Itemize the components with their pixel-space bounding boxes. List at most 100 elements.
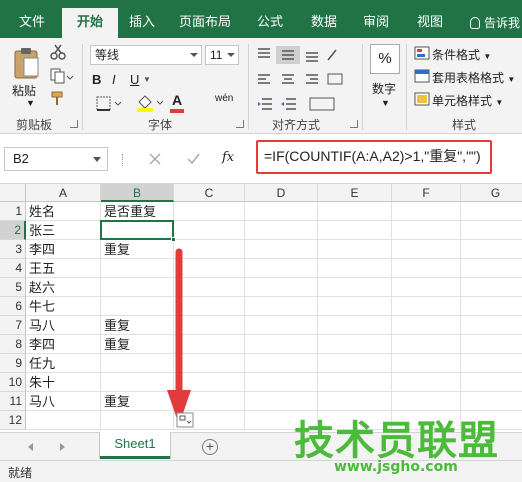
cell-f7[interactable] [392,316,461,335]
cell-f5[interactable] [392,278,461,297]
formula-bar-grip[interactable] [122,154,126,166]
number-format-button[interactable]: 数字 [372,80,396,97]
paste-button[interactable]: 粘贴 [12,82,36,99]
tell-me-box[interactable]: 告诉我 [470,14,520,31]
cell-e5[interactable] [318,278,392,297]
tab-insert[interactable]: 插入 [122,10,162,38]
cell-e7[interactable] [318,316,392,335]
cell-a2[interactable]: 张三 [26,221,101,240]
cell-a1[interactable]: 姓名 [26,202,101,221]
table-format-icon[interactable] [414,69,430,83]
cell-g7[interactable] [461,316,522,335]
cell-g2[interactable] [461,221,522,240]
font-name-select[interactable]: 等线 [90,45,202,65]
column-header-d[interactable]: D [245,184,318,202]
row-header[interactable]: 1 [0,202,26,221]
fill-color-icon[interactable] [136,94,166,112]
cell-g5[interactable] [461,278,522,297]
table-format-button[interactable]: 套用表格格式 ▼ [432,69,515,86]
cell-d4[interactable] [245,259,318,278]
cell-a3[interactable]: 李四 [26,240,101,259]
cell-g8[interactable] [461,335,522,354]
cell-f4[interactable] [392,259,461,278]
row-header[interactable]: 2 [0,221,26,240]
prev-sheet-icon[interactable] [28,443,33,451]
column-header-a[interactable]: A [26,184,101,202]
cell-e10[interactable] [318,373,392,392]
vertical-align-icons[interactable] [256,46,348,64]
italic-button[interactable]: I [112,72,116,87]
cell-g9[interactable] [461,354,522,373]
column-header-g[interactable]: G [461,184,522,202]
cell-a4[interactable]: 王五 [26,259,101,278]
insert-function-button[interactable]: fx [222,150,234,165]
cell-f3[interactable] [392,240,461,259]
select-all-corner[interactable] [0,184,26,202]
cell-a11[interactable]: 马八 [26,392,101,411]
tab-home[interactable]: 开始 [62,8,118,38]
underline-dropdown-icon[interactable]: ▼ [143,75,151,84]
cell-g3[interactable] [461,240,522,259]
cell-g6[interactable] [461,297,522,316]
indent-icons[interactable] [256,96,348,112]
cell-d5[interactable] [245,278,318,297]
cell-a5[interactable]: 赵六 [26,278,101,297]
cell-e9[interactable] [318,354,392,373]
tab-formulas[interactable]: 公式 [248,10,292,38]
enter-check-icon[interactable] [186,152,200,166]
cell-a9[interactable]: 任九 [26,354,101,373]
cancel-icon[interactable] [148,152,162,166]
clipboard-launcher-icon[interactable] [70,120,78,128]
cell-e2[interactable] [318,221,392,240]
row-header[interactable]: 5 [0,278,26,297]
cell-a8[interactable]: 李四 [26,335,101,354]
cell-f6[interactable] [392,297,461,316]
tab-page-layout[interactable]: 页面布局 [172,10,238,38]
cell-d7[interactable] [245,316,318,335]
horizontal-align-icons[interactable] [256,72,348,90]
cell-f2[interactable] [392,221,461,240]
cell-f10[interactable] [392,373,461,392]
cell-d6[interactable] [245,297,318,316]
cell-style-button[interactable]: 单元格样式 ▼ [432,92,503,109]
conditional-format-icon[interactable] [414,46,430,60]
column-header-b[interactable]: B [101,184,174,202]
name-box[interactable]: B2 [4,147,108,171]
row-header[interactable]: 3 [0,240,26,259]
cell-d10[interactable] [245,373,318,392]
cell-f1[interactable] [392,202,461,221]
copy-icon[interactable] [50,68,74,84]
row-header[interactable]: 11 [0,392,26,411]
paste-dropdown-icon[interactable]: ▼ [26,98,35,108]
cell-e4[interactable] [318,259,392,278]
underline-button[interactable]: U [130,72,139,87]
cell-f9[interactable] [392,354,461,373]
conditional-format-button[interactable]: 条件格式 ▼ [432,46,491,63]
row-header[interactable]: 9 [0,354,26,373]
cell-g1[interactable] [461,202,522,221]
cell-c2[interactable] [174,221,245,240]
cell-a12[interactable] [26,411,101,430]
cell-g10[interactable] [461,373,522,392]
cell-d3[interactable] [245,240,318,259]
cell-e8[interactable] [318,335,392,354]
row-header[interactable]: 10 [0,373,26,392]
cell-d8[interactable] [245,335,318,354]
cell-a10[interactable]: 朱十 [26,373,101,392]
formula-input[interactable]: =IF(COUNTIF(A:A,A2)>1,"重复","") [256,140,492,174]
column-header-c[interactable]: C [174,184,245,202]
row-header[interactable]: 12 [0,411,26,430]
number-dropdown-icon[interactable]: ▼ [381,98,390,108]
row-header[interactable]: 4 [0,259,26,278]
next-sheet-icon[interactable] [60,443,65,451]
cell-e3[interactable] [318,240,392,259]
cell-e1[interactable] [318,202,392,221]
column-header-f[interactable]: F [392,184,461,202]
cell-g4[interactable] [461,259,522,278]
format-painter-icon[interactable] [50,91,66,107]
cell-d9[interactable] [245,354,318,373]
tab-view[interactable]: 视图 [408,10,452,38]
tab-data[interactable]: 数据 [302,10,346,38]
cell-e6[interactable] [318,297,392,316]
cell-d2[interactable] [245,221,318,240]
